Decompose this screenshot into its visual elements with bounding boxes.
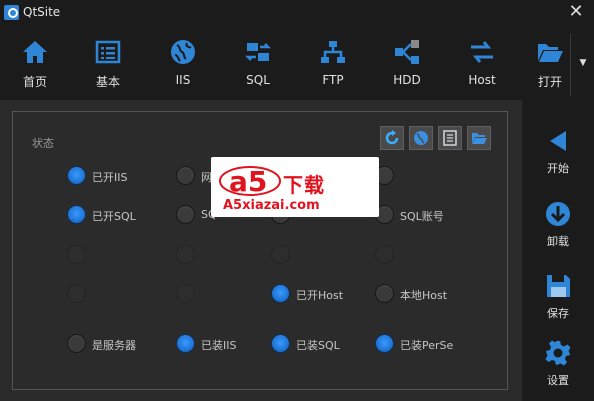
- close-button[interactable]: ✕: [566, 2, 586, 22]
- toolbar-hdd-button[interactable]: HDD: [378, 38, 436, 94]
- radio-indicator: [375, 245, 394, 264]
- window-title: QtSite: [23, 5, 61, 19]
- a5-logo-icon: a5: [219, 165, 281, 197]
- settings-label: 设置: [547, 374, 569, 387]
- refresh-button[interactable]: [380, 126, 404, 150]
- toolbar-home-button[interactable]: 首页: [6, 38, 64, 94]
- home-icon: [23, 41, 47, 63]
- title-bar: QtSite ✕: [0, 0, 594, 28]
- radio-indicator: [375, 334, 394, 353]
- watermark-url: A5xiazai.com: [223, 198, 320, 213]
- play-icon: [550, 131, 566, 151]
- radio-indicator: [176, 284, 195, 303]
- network-icon: [321, 41, 345, 63]
- status-group-title: 状态: [32, 137, 54, 150]
- folder-open-icon: [538, 44, 563, 62]
- toolbar-iis-button[interactable]: IIS: [154, 38, 212, 94]
- toolbar-ftp-button[interactable]: FTP: [304, 38, 362, 94]
- radio-indicator: [176, 205, 195, 224]
- uninstall-button[interactable]: 卸载: [522, 200, 594, 260]
- svg-text:a5: a5: [229, 165, 267, 197]
- toolbar-basic-button[interactable]: 基本: [79, 38, 137, 94]
- main-toolbar: 首页 基本 IIS SQL FTP HDD Host 打开 ▼: [0, 28, 594, 100]
- list-icon: [95, 40, 121, 64]
- download-icon: [546, 202, 570, 226]
- save-button[interactable]: 保存: [522, 272, 594, 332]
- radio-indicator: [67, 284, 86, 303]
- radio-indicator: [67, 166, 86, 185]
- web-button[interactable]: [409, 126, 433, 150]
- radio-indicator: [176, 245, 195, 264]
- toolbar-host-label: Host: [468, 73, 496, 87]
- disk-icon: [395, 40, 419, 64]
- toolbar-sql-label: SQL: [246, 73, 270, 87]
- radio-indicator: [176, 334, 195, 353]
- watermark-overlay: a5 下载 A5xiazai.com: [211, 157, 379, 217]
- radio-indicator: [176, 166, 195, 185]
- start-button[interactable]: 开始: [522, 127, 594, 187]
- radio-indicator: [271, 334, 290, 353]
- app-logo-icon: [4, 5, 19, 20]
- settings-button[interactable]: 设置: [522, 339, 594, 399]
- chevron-down-icon: ▼: [579, 58, 587, 68]
- side-panel: 开始 卸载 保存 设置: [522, 100, 594, 401]
- watermark-brand: 下载: [283, 173, 325, 197]
- radio-indicator: [271, 245, 290, 264]
- uninstall-label: 卸载: [547, 235, 569, 248]
- document-button[interactable]: [438, 126, 462, 150]
- radio-indicator: [271, 284, 290, 303]
- toolbar-ftp-label: FTP: [322, 73, 344, 87]
- host-icon: [471, 41, 493, 63]
- radio-indicator: [67, 245, 86, 264]
- database-icon: [244, 43, 272, 61]
- gear-icon: [545, 340, 571, 366]
- toolbar-basic-label: 基本: [95, 75, 120, 89]
- save-icon: [547, 275, 570, 297]
- toolbar-host-button[interactable]: Host: [453, 38, 511, 94]
- toolbar-home-label: 首页: [22, 75, 47, 89]
- document-icon: [443, 130, 457, 146]
- folder-button[interactable]: [467, 126, 491, 150]
- toolbar-iis-label: IIS: [175, 73, 191, 87]
- globe-icon: [414, 131, 428, 145]
- main-panel: 状态 已开IIS 网 已开SQL SQ SQL账号 已开Host 本地Host …: [0, 100, 522, 401]
- radio-indicator: [67, 205, 86, 224]
- toolbar-hdd-label: HDD: [393, 73, 421, 87]
- toolbar-sql-button[interactable]: SQL: [229, 38, 287, 94]
- toolbar-separator: [570, 34, 571, 96]
- globe-icon: [171, 40, 195, 64]
- close-icon: ✕: [568, 1, 584, 22]
- start-label: 开始: [547, 162, 569, 175]
- toolbar-more-button[interactable]: ▼: [576, 58, 590, 70]
- folder-icon: [472, 133, 487, 144]
- radio-indicator: [375, 284, 394, 303]
- radio-indicator: [67, 334, 86, 353]
- save-label: 保存: [547, 307, 569, 320]
- refresh-icon: [385, 130, 399, 145]
